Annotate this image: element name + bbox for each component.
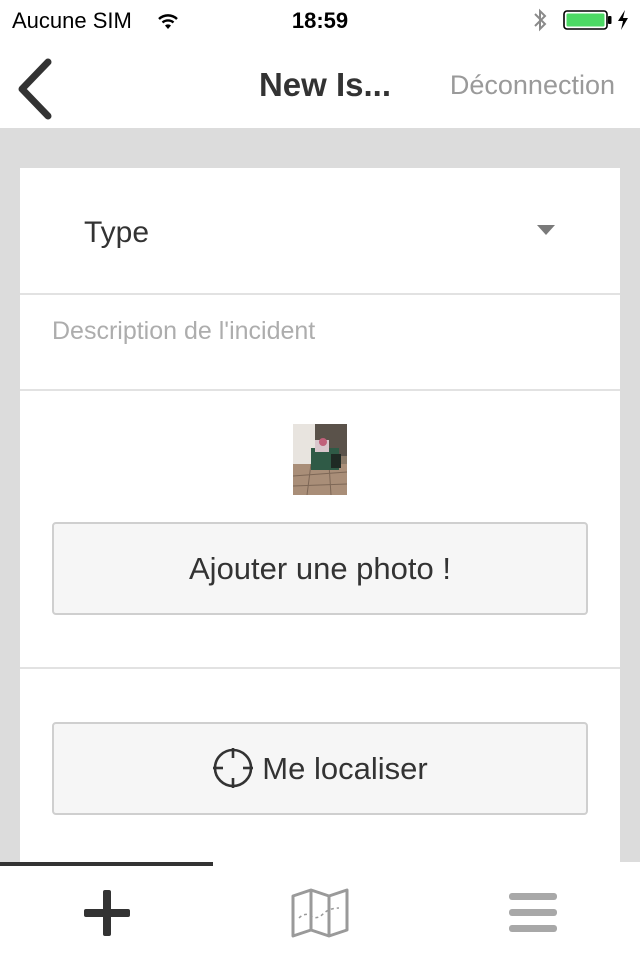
tab-menu[interactable] (426, 866, 639, 960)
type-select-label: Type (84, 216, 150, 249)
tab-bar (0, 862, 640, 960)
type-select[interactable]: Type (20, 168, 620, 295)
locate-me-label: Me localiser (262, 751, 428, 786)
photo-thumbnail[interactable] (293, 424, 347, 495)
logout-button[interactable]: Déconnection (450, 70, 615, 101)
photo-section: Ajouter une photo ! (20, 391, 620, 669)
locate-me-button[interactable]: Me localiser (52, 722, 588, 815)
tab-map[interactable] (213, 866, 426, 960)
description-input[interactable] (52, 311, 592, 351)
plus-icon (83, 890, 130, 936)
description-row (20, 295, 620, 391)
crosshair-icon (213, 747, 254, 788)
incident-form: Type Ajouter une photo ! (20, 168, 620, 862)
menu-icon (508, 893, 557, 932)
map-icon (291, 888, 348, 938)
status-bar: Aucune SIM 18:59 (0, 0, 640, 40)
add-photo-button[interactable]: Ajouter une photo ! (52, 522, 588, 615)
caret-down-icon (537, 225, 555, 235)
navigation-bar: New Is... Déconnection (0, 40, 640, 128)
tab-add[interactable] (0, 866, 213, 960)
battery-icon (563, 10, 613, 36)
bluetooth-icon (532, 6, 548, 40)
charging-icon (616, 9, 630, 37)
location-section: Me localiser (20, 669, 620, 862)
